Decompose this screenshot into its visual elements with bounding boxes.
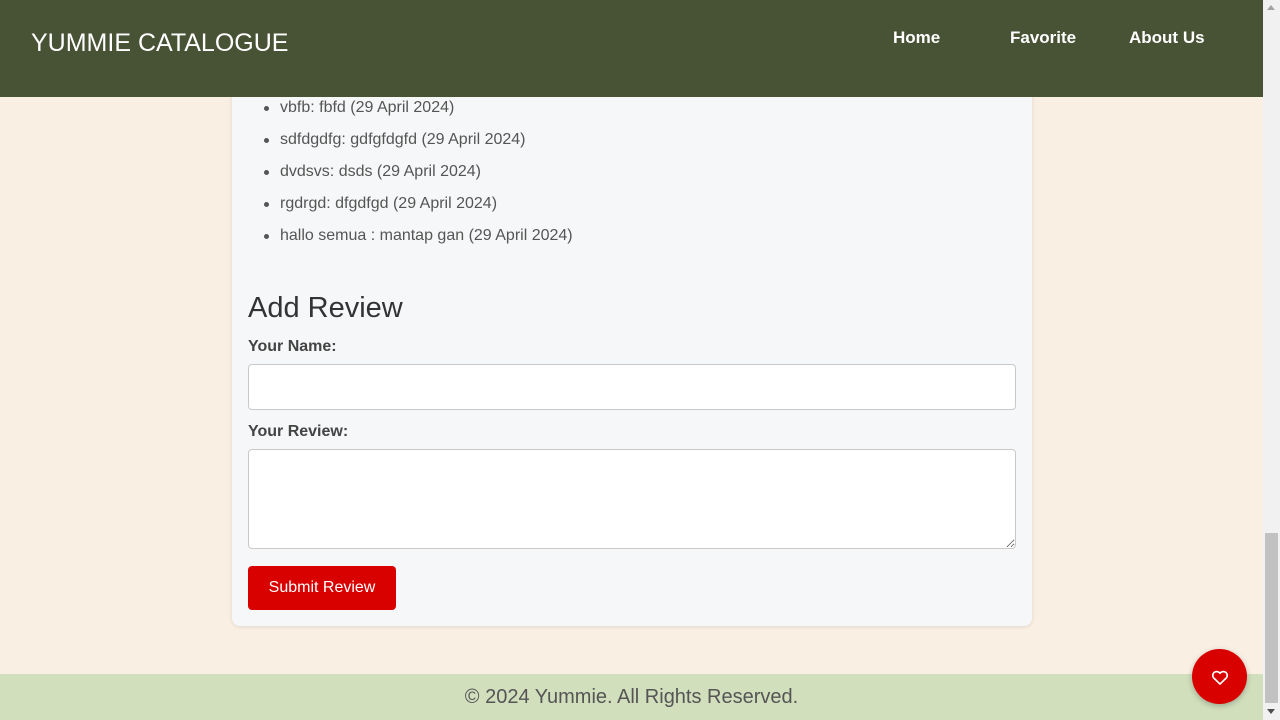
- review-item: rgdrgd: dfgdfgd (29 April 2024): [264, 193, 573, 225]
- scroll-thumb[interactable]: [1265, 533, 1278, 703]
- review-text: vbfb: fbfd (29 April 2024): [280, 99, 455, 116]
- name-input[interactable]: [248, 364, 1016, 410]
- scroll-up-icon[interactable]: [1267, 5, 1275, 10]
- review-textarea[interactable]: [248, 449, 1016, 549]
- review-label: Your Review:: [248, 423, 349, 440]
- review-text: sdfdgdfg: gdfgfdgfd (29 April 2024): [280, 131, 526, 148]
- bullet-icon: [264, 234, 269, 239]
- review-text: hallo semua : mantap gan (29 April 2024): [280, 227, 573, 244]
- add-review-title: Add Review: [248, 292, 403, 324]
- review-text: dvdsvs: dsds (29 April 2024): [280, 163, 481, 180]
- navbar: YUMMIE CATALOGUE Home Favorite About Us: [0, 0, 1263, 97]
- review-item: sdfdgdfg: gdfgfdgfd (29 April 2024): [264, 129, 573, 161]
- bullet-icon: [264, 106, 269, 111]
- footer-text: © 2024 Yummie. All Rights Reserved.: [464, 686, 799, 708]
- favorite-fab-button[interactable]: [1192, 649, 1247, 704]
- review-list: vbfb: fbfd (29 April 2024) sdfdgdfg: gdf…: [264, 97, 573, 257]
- submit-review-button[interactable]: Submit Review: [248, 566, 396, 610]
- nav-link-home[interactable]: Home: [893, 28, 940, 48]
- footer: © 2024 Yummie. All Rights Reserved.: [0, 674, 1263, 720]
- review-item: vbfb: fbfd (29 April 2024): [264, 97, 573, 129]
- brand-title[interactable]: YUMMIE CATALOGUE: [31, 29, 288, 58]
- scroll-down-icon[interactable]: [1267, 709, 1275, 714]
- nav-link-about-us[interactable]: About Us: [1129, 28, 1205, 48]
- page-scrollbar[interactable]: [1263, 0, 1280, 720]
- review-item: dvdsvs: dsds (29 April 2024): [264, 161, 573, 193]
- heart-icon: [1211, 670, 1228, 685]
- review-card: vbfb: fbfd (29 April 2024) sdfdgdfg: gdf…: [232, 60, 1032, 626]
- nav-link-favorite[interactable]: Favorite: [1010, 28, 1076, 48]
- review-item: hallo semua : mantap gan (29 April 2024): [264, 225, 573, 257]
- name-label: Your Name:: [248, 338, 337, 355]
- bullet-icon: [264, 138, 269, 143]
- review-text: rgdrgd: dfgdfgd (29 April 2024): [280, 195, 498, 212]
- bullet-icon: [264, 202, 269, 207]
- bullet-icon: [264, 170, 269, 175]
